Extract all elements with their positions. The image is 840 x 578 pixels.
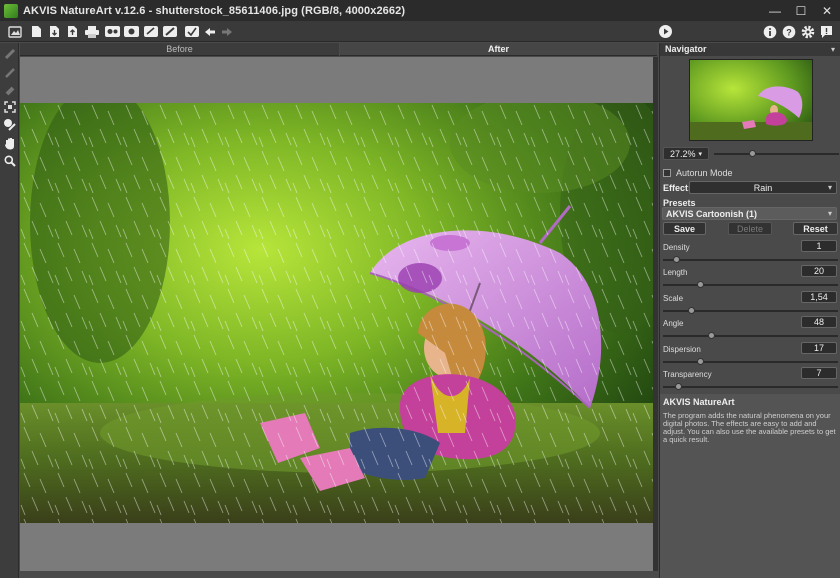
info-icon[interactable] (761, 23, 778, 40)
autorun-checkbox[interactable] (663, 169, 671, 177)
window-title: AKVIS NatureArt v.12.6 - shutterstock_85… (23, 4, 406, 17)
edit-icon[interactable] (142, 23, 159, 40)
panel-menu-icon[interactable]: ▾ (831, 43, 835, 56)
chevron-down-icon: ▾ (698, 150, 703, 158)
tab-after[interactable]: After (340, 43, 657, 56)
chevron-down-icon: ▾ (827, 209, 832, 218)
transparency-slider-handle[interactable] (674, 383, 682, 390)
zoom-select[interactable]: 27.2% ▾ (663, 147, 709, 160)
preset-select[interactable]: AKVIS Cartoonish (1) ▾ (662, 207, 837, 220)
reset-preset-button[interactable]: Reset (793, 222, 838, 235)
open-file-icon[interactable] (28, 23, 45, 40)
settings-panel: Navigator ▾ 27.2% ▾ Autorun Mode Effect:… (659, 43, 840, 578)
about-description: The program adds the natural phenomena o… (663, 411, 836, 444)
density-slider-handle[interactable] (673, 256, 681, 263)
brush-tool-icon[interactable] (2, 65, 17, 80)
dispersion-slider-handle[interactable] (696, 358, 704, 365)
hand-tool-icon[interactable] (2, 136, 17, 151)
image-canvas[interactable] (20, 57, 653, 571)
length-value[interactable]: 20 (801, 265, 837, 277)
scale-label: Scale (663, 294, 684, 303)
redo-icon[interactable] (218, 23, 235, 40)
density-value[interactable]: 1 (801, 240, 837, 252)
preset-value: AKVIS Cartoonish (1) (666, 208, 758, 219)
length-slider[interactable] (663, 281, 838, 288)
save-preset-button[interactable]: Save (663, 222, 706, 235)
svg-text:?: ? (786, 27, 792, 37)
chevron-down-icon: ▾ (827, 183, 832, 192)
minimize-icon[interactable]: — (762, 0, 788, 21)
batch-icon[interactable] (104, 23, 121, 40)
autorun-label: Autorun Mode (676, 168, 733, 178)
title-bar: AKVIS NatureArt v.12.6 - shutterstock_85… (0, 0, 840, 21)
about-section: AKVIS NatureArt The program adds the nat… (660, 394, 840, 578)
scale-slider-handle[interactable] (688, 307, 696, 314)
transparency-label: Transparency (663, 370, 712, 379)
brush-icon[interactable] (161, 23, 178, 40)
length-slider-handle[interactable] (696, 281, 704, 288)
scale-value[interactable]: 1,54 (801, 291, 837, 303)
effect-value: Rain (753, 182, 773, 193)
eraser-tool-icon[interactable] (2, 46, 17, 61)
check-icon[interactable] (183, 23, 200, 40)
window-controls: — ☐ ✕ (762, 0, 840, 21)
transparency-slider[interactable] (663, 383, 838, 390)
zoom-slider[interactable] (714, 150, 839, 157)
dispersion-slider[interactable] (663, 358, 838, 365)
tool-column (0, 43, 19, 578)
density-slider[interactable] (663, 256, 838, 263)
zoom-tool-icon[interactable] (2, 153, 17, 168)
app-logo-icon (4, 3, 18, 18)
scale-slider[interactable] (663, 307, 838, 314)
navigator-title: Navigator (665, 44, 707, 54)
home-icon[interactable] (6, 23, 23, 40)
help-icon[interactable]: ? (780, 23, 797, 40)
run-icon[interactable] (657, 23, 674, 40)
canvas-scrollbar[interactable] (653, 57, 658, 571)
navigator-thumbnail[interactable] (689, 59, 813, 141)
angle-label: Angle (663, 319, 684, 328)
angle-slider-handle[interactable] (708, 332, 716, 339)
transparency-value[interactable]: 7 (801, 367, 837, 379)
mask-tool-icon[interactable] (2, 117, 17, 132)
dispersion-label: Dispersion (663, 345, 701, 354)
navigator-header: Navigator ▾ (660, 43, 840, 56)
crop-tool-icon[interactable] (2, 99, 17, 114)
photo-preview[interactable] (20, 103, 653, 523)
zoom-slider-handle[interactable] (749, 150, 757, 157)
save-icon[interactable] (46, 23, 63, 40)
history-tool-icon[interactable] (2, 83, 17, 98)
tab-before[interactable]: Before (20, 43, 339, 56)
settings-icon[interactable] (799, 23, 816, 40)
export-icon[interactable] (64, 23, 81, 40)
undo-icon[interactable] (201, 23, 218, 40)
angle-slider[interactable] (663, 332, 838, 339)
effect-label: Effect: (663, 183, 692, 193)
notification-icon[interactable] (818, 23, 835, 40)
delete-preset-button[interactable]: Delete (728, 222, 772, 235)
plugin-icon[interactable] (123, 23, 140, 40)
main-toolbar: ? (0, 21, 840, 42)
density-label: Density (663, 243, 690, 252)
zoom-value: 27.2% (669, 148, 696, 159)
angle-value[interactable]: 48 (801, 316, 837, 328)
about-title: AKVIS NatureArt (663, 397, 735, 407)
length-label: Length (663, 268, 688, 277)
dispersion-value[interactable]: 17 (801, 342, 837, 354)
print-icon[interactable] (83, 23, 100, 40)
close-icon[interactable]: ✕ (814, 0, 840, 21)
effect-select[interactable]: Rain ▾ (689, 181, 837, 194)
maximize-icon[interactable]: ☐ (788, 0, 814, 21)
